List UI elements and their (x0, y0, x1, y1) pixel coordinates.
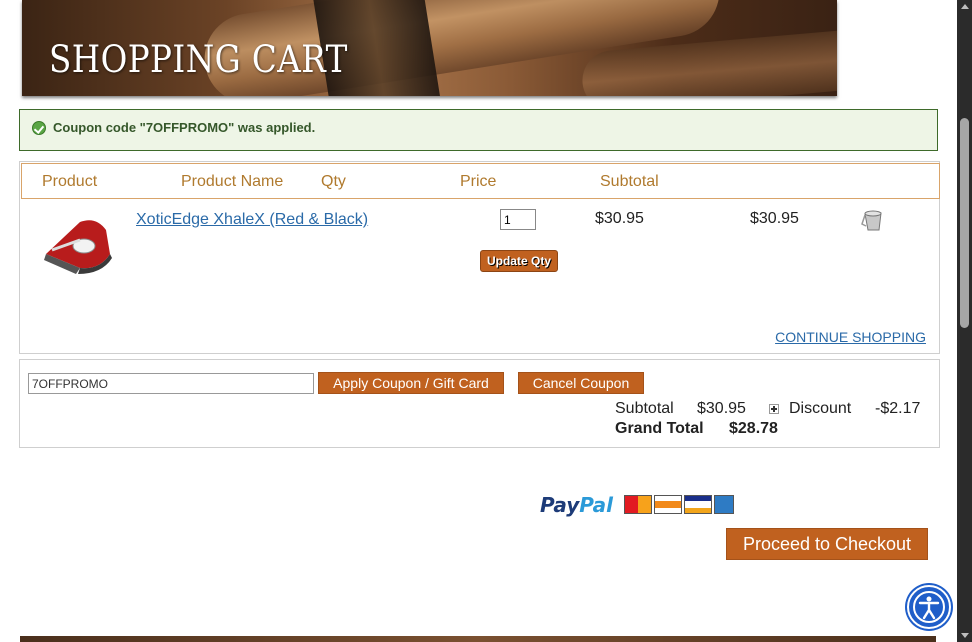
proceed-to-checkout-button[interactable]: Proceed to Checkout (726, 528, 928, 560)
header-price: Price (460, 173, 497, 190)
accessibility-button[interactable] (907, 585, 951, 629)
footer-strip (20, 636, 936, 642)
grand-total-label: Grand Total (615, 420, 704, 437)
discover-icon (654, 495, 682, 514)
paypal-logo: PayPal (540, 493, 614, 517)
subtotal-value: $30.95 (697, 400, 746, 417)
expand-icon[interactable] (769, 404, 779, 414)
continue-shopping-link[interactable]: CONTINUE SHOPPING (775, 329, 926, 345)
scrollbar[interactable] (957, 0, 972, 642)
cart-table-header: Product Product Name Qty Price Subtotal (21, 163, 940, 199)
header-product: Product (42, 173, 98, 190)
trash-icon[interactable] (860, 208, 886, 234)
visa-icon (684, 495, 712, 514)
product-image[interactable] (40, 214, 114, 276)
item-subtotal: $30.95 (750, 210, 799, 227)
coupon-success-alert: Coupon code "7OFFPROMO" was applied. (19, 109, 938, 151)
product-name-link[interactable]: XoticEdge XhaleX (Red & Black) (136, 211, 368, 229)
coupon-code-input[interactable] (28, 373, 314, 394)
quantity-input[interactable] (500, 209, 536, 230)
mastercard-icon (624, 495, 652, 514)
alert-message: Coupon code "7OFFPROMO" was applied. (53, 120, 316, 135)
page-title: SHOPPING CART (49, 38, 348, 81)
payment-methods: PayPal (540, 493, 740, 517)
discount-value: -$2.17 (875, 400, 921, 417)
discount-label: Discount (789, 400, 852, 417)
grand-total-value: $28.78 (729, 420, 778, 437)
check-circle-icon (32, 121, 46, 135)
coupon-section: Apply Coupon / Gift Card Cancel Coupon S… (19, 359, 940, 448)
amex-icon (714, 495, 734, 514)
scroll-down-arrow[interactable] (961, 633, 969, 638)
item-price: $30.95 (595, 210, 644, 227)
scroll-up-arrow[interactable] (961, 4, 969, 9)
scroll-thumb[interactable] (960, 118, 969, 328)
accessibility-icon (913, 591, 945, 623)
apply-coupon-button[interactable]: Apply Coupon / Gift Card (318, 372, 504, 394)
cancel-coupon-button[interactable]: Cancel Coupon (518, 372, 644, 394)
subtotal-label: Subtotal (615, 400, 674, 417)
shopping-cart-banner: SHOPPING CART (22, 0, 837, 96)
cart-table: Product Product Name Qty Price Subtotal … (19, 161, 940, 354)
header-qty: Qty (321, 173, 346, 190)
update-qty-button[interactable]: Update Qty (480, 250, 558, 272)
header-product-name: Product Name (181, 173, 284, 190)
header-subtotal: Subtotal (600, 173, 659, 190)
